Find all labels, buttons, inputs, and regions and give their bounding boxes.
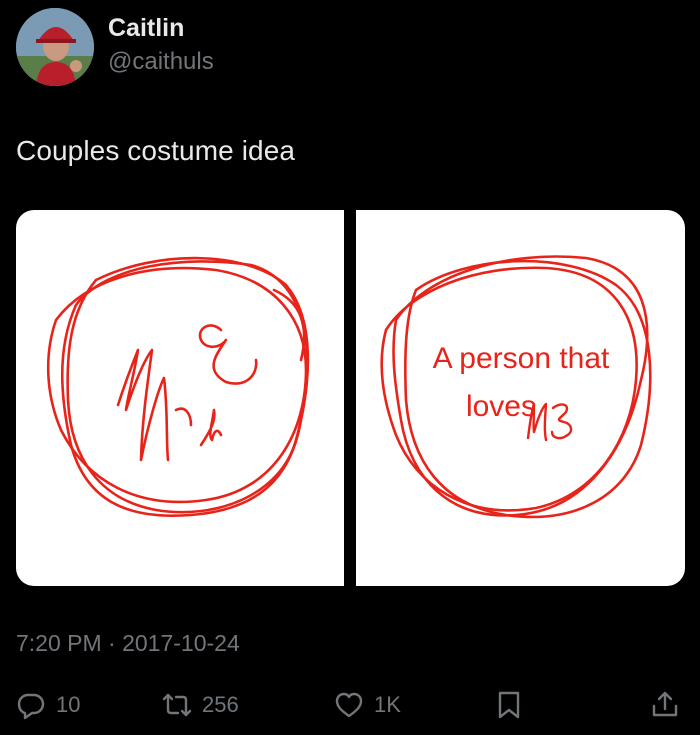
bookmark-button[interactable] [494, 685, 524, 725]
right-panel-line1: A person that [432, 342, 610, 375]
bookmark-icon [494, 690, 524, 720]
media-left-panel[interactable] [16, 210, 344, 586]
display-name[interactable]: Caitlin [108, 14, 184, 43]
reply-count: 10 [56, 692, 81, 717]
right-panel-line2: loves [465, 390, 536, 423]
share-icon [650, 690, 680, 720]
like-icon [334, 690, 364, 720]
tweet-media[interactable]: A person that loves [16, 210, 685, 586]
reply-icon [16, 690, 46, 720]
like-count: 1K [374, 692, 401, 717]
reply-button[interactable]: 10 [16, 685, 80, 725]
tweet-timestamp[interactable]: 7:20 PM · 2017-10-24 [16, 630, 240, 657]
tweet-text: Couples costume idea [16, 135, 296, 166]
media-right-panel[interactable]: A person that loves [356, 210, 685, 586]
like-button[interactable]: 1K [334, 685, 401, 725]
retweet-count: 256 [202, 692, 239, 717]
tweet-actions: 10 256 1K [0, 685, 700, 725]
retweet-button[interactable]: 256 [162, 685, 239, 725]
user-handle[interactable]: @caithuls [108, 48, 214, 76]
avatar-image [16, 8, 94, 86]
avatar[interactable] [16, 8, 94, 86]
retweet-icon [162, 690, 192, 720]
red-circle-drawing [46, 256, 310, 518]
share-button[interactable] [650, 685, 680, 725]
